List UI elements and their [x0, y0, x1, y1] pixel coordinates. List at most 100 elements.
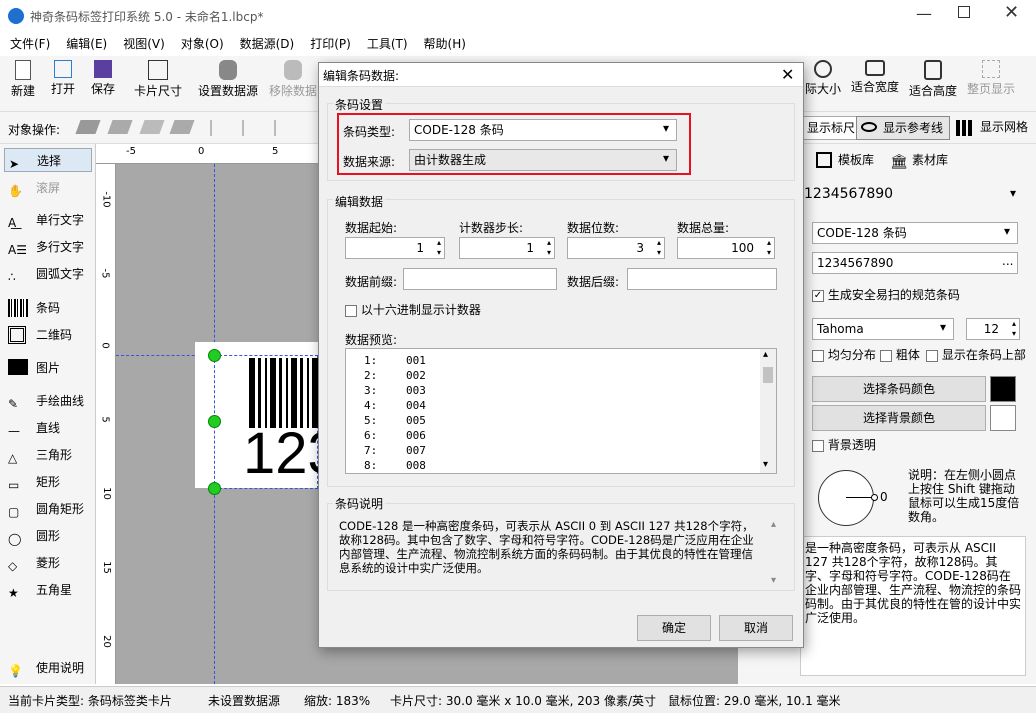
list-item: 001	[406, 354, 426, 367]
font-size-stepper[interactable]: 12	[966, 318, 1020, 340]
tool-qrcode[interactable]: 二维码	[4, 323, 92, 347]
tool-triangle[interactable]: △ 三角形	[4, 443, 92, 467]
chevron-down-icon[interactable]: ▾	[940, 320, 946, 334]
tool-multi-text[interactable]: A☰ 多行文字	[4, 235, 92, 259]
bold-checkbox[interactable]: 粗体	[880, 346, 920, 363]
step-stepper[interactable]: 1	[459, 237, 555, 259]
prefix-input[interactable]	[403, 268, 557, 290]
whole-page-button[interactable]: 整页显示	[964, 58, 1018, 97]
font-select[interactable]: Tahoma	[812, 318, 954, 340]
align-center-icon[interactable]	[242, 120, 260, 136]
card-size-icon	[148, 60, 168, 80]
bg-transparent-checkbox[interactable]: 背景透明	[812, 436, 876, 453]
minimize-button[interactable]: —	[916, 4, 932, 23]
menu-edit[interactable]: 编辑(E)	[58, 32, 115, 56]
align-right-icon[interactable]	[274, 120, 292, 136]
bar-color-button[interactable]: 选择条码颜色	[812, 376, 986, 402]
cancel-button[interactable]: 取消	[719, 615, 793, 641]
menu-print[interactable]: 打印(P)	[302, 32, 359, 56]
text-above-checkbox[interactable]: 显示在条码上部	[926, 346, 1026, 363]
scroll-up-icon[interactable]: ▴	[763, 349, 768, 360]
barcode-data-field[interactable]: 1234567890	[812, 252, 1018, 274]
rotation-dial[interactable]	[818, 470, 874, 526]
content-value-select[interactable]: 1234567890	[800, 182, 1024, 208]
bar-color-swatch[interactable]	[990, 376, 1016, 402]
tool-rounded-rect[interactable]: ▢ 圆角矩形	[4, 497, 92, 521]
start-stepper[interactable]: 1	[345, 237, 445, 259]
layer-bottom-icon[interactable]	[169, 120, 195, 134]
scroll-down-icon[interactable]: ▾	[763, 459, 768, 470]
barcode-description: CODE-128 是一种高密度条码，可表示从 ASCII 0 到 ASCII 1…	[339, 519, 754, 575]
open-button[interactable]: 打开	[46, 58, 80, 97]
tool-circle[interactable]: ◯ 圆形	[4, 524, 92, 548]
show-guides-button[interactable]: 显示参考线	[856, 116, 951, 140]
tool-arc-text[interactable]: ∴ 圆弧文字	[4, 262, 92, 286]
digits-stepper[interactable]: 3	[567, 237, 665, 259]
desc-scroll-up-icon[interactable]: ▴	[771, 519, 776, 530]
data-source-select[interactable]: 由计数器生成	[409, 149, 677, 171]
preview-scrollbar[interactable]: ▴ ▾	[760, 349, 776, 473]
set-datasource-button[interactable]: 设置数据源	[196, 58, 260, 99]
maximize-button[interactable]	[958, 6, 970, 18]
resize-handle[interactable]	[208, 349, 221, 362]
close-button[interactable]: ✕	[1004, 2, 1019, 23]
resize-handle[interactable]	[208, 482, 221, 495]
step-label: 计数器步长:	[459, 221, 524, 235]
fit-height-button[interactable]: 适合高度	[906, 58, 960, 99]
bg-color-button[interactable]: 选择背景颜色	[812, 405, 986, 431]
bg-color-swatch[interactable]	[990, 405, 1016, 431]
data-more-button[interactable]: ...	[1002, 254, 1013, 268]
hex-checkbox[interactable]: 以十六进制显示计数器	[345, 301, 481, 318]
layer-down-icon[interactable]	[139, 120, 165, 134]
save-button[interactable]: 保存	[86, 58, 120, 97]
new-button[interactable]: 新建	[6, 58, 40, 99]
chevron-down-icon[interactable]: ▾	[663, 121, 669, 135]
safe-barcode-checkbox[interactable]: ✓ 生成安全易扫的规范条码	[812, 286, 960, 303]
barcode-type-select[interactable]: CODE-128 条码	[812, 222, 1018, 244]
tool-freehand[interactable]: ✎ 手绘曲线	[4, 389, 92, 413]
tab-material[interactable]: 🏛 素材库	[890, 150, 948, 172]
remove-datasource-button[interactable]: 移除数据	[266, 58, 320, 99]
tab-template[interactable]: 模板库	[816, 150, 874, 172]
tool-select[interactable]: ➤ 选择	[4, 148, 92, 172]
dialog-close-icon[interactable]: ✕	[781, 65, 794, 84]
tool-diamond[interactable]: ◇ 菱形	[4, 551, 92, 575]
ok-button[interactable]: 确定	[637, 615, 711, 641]
even-distribute-checkbox[interactable]: 均匀分布	[812, 346, 876, 363]
tool-star[interactable]: ★ 五角星	[4, 578, 92, 602]
chevron-down-icon[interactable]: ▾	[1004, 224, 1010, 238]
barcode-object[interactable]: 123	[214, 355, 340, 489]
layer-up-icon[interactable]	[107, 120, 133, 134]
scroll-thumb[interactable]	[763, 367, 773, 383]
desc-scroll-down-icon[interactable]: ▾	[771, 575, 776, 586]
tool-image[interactable]: 图片	[4, 356, 92, 380]
resize-handle[interactable]	[208, 415, 221, 428]
help-button[interactable]: 💡 使用说明	[4, 656, 92, 680]
fit-width-button[interactable]: 适合宽度	[848, 58, 902, 95]
actual-size-button[interactable]: 际大小	[802, 58, 844, 97]
tool-barcode[interactable]: 条码	[4, 296, 92, 320]
tool-rectangle[interactable]: ▭ 矩形	[4, 470, 92, 494]
tool-line[interactable]: — 直线	[4, 416, 92, 440]
menu-help[interactable]: 帮助(H)	[416, 32, 474, 56]
menu-view[interactable]: 视图(V)	[115, 32, 173, 56]
menu-object[interactable]: 对象(O)	[173, 32, 232, 56]
rotation-handle[interactable]	[871, 494, 878, 501]
layer-icon[interactable]	[75, 120, 101, 134]
menu-tools[interactable]: 工具(T)	[359, 32, 416, 56]
show-grid-button[interactable]: 显示网格	[954, 116, 1028, 140]
align-left-icon[interactable]	[210, 120, 228, 136]
barcode-type-select[interactable]: CODE-128 条码	[409, 119, 677, 141]
chevron-down-icon[interactable]: ▾	[1010, 186, 1016, 200]
tool-single-text[interactable]: A͟ 单行文字	[4, 208, 92, 232]
card-size-button[interactable]: 卡片尺寸	[130, 58, 186, 99]
chevron-down-icon[interactable]: ▾	[663, 151, 669, 165]
suffix-input[interactable]	[627, 268, 777, 290]
total-stepper[interactable]: 100	[677, 237, 775, 259]
menu-datasource[interactable]: 数据源(D)	[232, 32, 303, 56]
preview-values: 001 002 003 004 005 006 007 008	[406, 353, 426, 473]
show-ruler-button[interactable]: 显示标尺	[802, 116, 861, 140]
tool-scroll[interactable]: ✋ 滚屏	[4, 176, 92, 200]
preview-list[interactable]: 1: 2: 3: 4: 5: 6: 7: 8: 001 002 003 004 005 006 007 00…	[345, 348, 777, 474]
menu-file[interactable]: 文件(F)	[0, 32, 58, 56]
